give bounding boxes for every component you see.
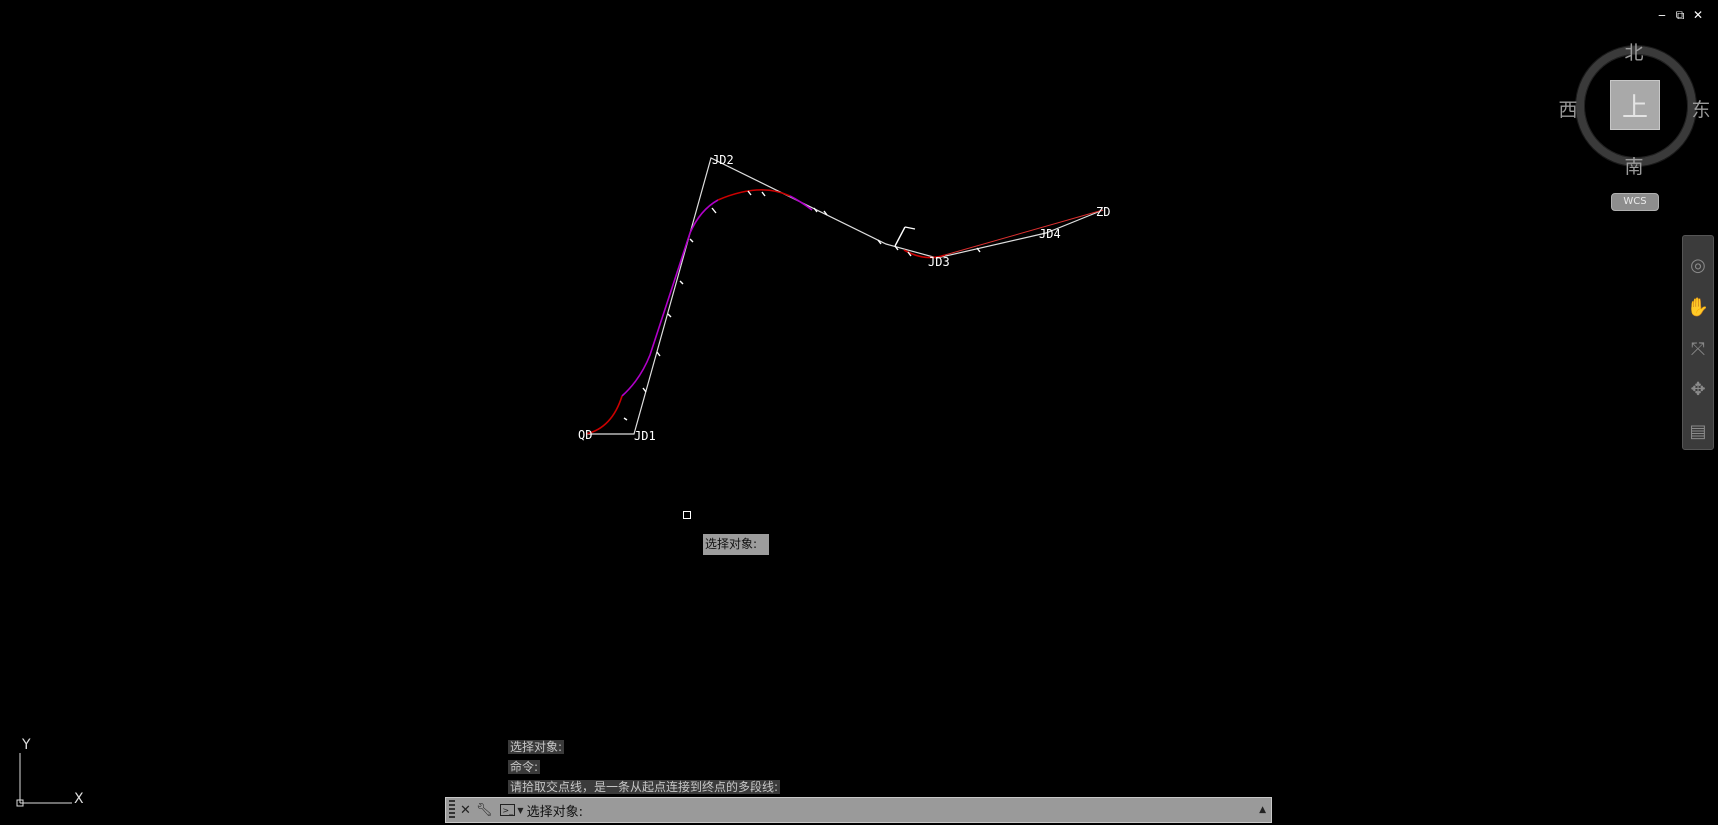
zoom-extents-icon[interactable]: ⤧ xyxy=(1686,336,1710,362)
command-prompt-icon[interactable]: >_ xyxy=(500,804,516,816)
minimize-icon[interactable]: ‒ xyxy=(1656,9,1668,21)
ucs-y-label: Y xyxy=(21,737,31,753)
close-icon[interactable]: ✕ xyxy=(1692,9,1704,21)
compass-west[interactable]: 西 xyxy=(1556,95,1580,122)
history-line-1: 选择对象: xyxy=(508,740,565,754)
recent-commands-dropdown-icon[interactable]: ▼ xyxy=(517,806,523,815)
ucs-x-label: X xyxy=(74,791,84,807)
command-line[interactable]: ✕ 🔧︎ >_ ▼ 选择对象: ▲ xyxy=(445,797,1272,823)
command-prompt-text[interactable]: 选择对象: xyxy=(527,801,583,820)
navigation-bar: ◎ ✋ ⤧ ✥ ▤ xyxy=(1682,235,1714,450)
pan-hand-icon[interactable]: ✋ xyxy=(1686,294,1710,320)
restore-icon[interactable]: ⧉ xyxy=(1674,9,1686,21)
station-ticks xyxy=(623,190,981,421)
label-zd: ZD xyxy=(1096,205,1110,219)
command-line-grip[interactable] xyxy=(449,800,455,820)
close-icon[interactable]: ✕ xyxy=(460,803,471,818)
history-expand-icon[interactable]: ▲ xyxy=(1259,805,1266,815)
ucs-icon: Y X xyxy=(16,737,84,807)
showmotion-icon[interactable]: ▤ xyxy=(1686,418,1710,444)
wcs-menu-button[interactable]: WCS xyxy=(1611,193,1659,211)
compass-south[interactable]: 南 xyxy=(1622,152,1646,179)
label-jd3: JD3 xyxy=(928,255,950,269)
circular-curve-4[interactable] xyxy=(944,209,1104,256)
drawing-canvas[interactable]: QD JD1 JD2 JD3 JD4 ZD xyxy=(0,0,1718,825)
label-qd: QD xyxy=(578,428,592,442)
intersection-polyline[interactable] xyxy=(586,157,1104,435)
steering-wheel-icon[interactable]: ◎ xyxy=(1686,252,1710,278)
compass-north[interactable]: 北 xyxy=(1622,38,1646,65)
label-jd1: JD1 xyxy=(634,429,656,443)
pickbox-cursor xyxy=(683,511,691,519)
viewcube[interactable]: 上 北 南 西 东 xyxy=(1558,42,1710,178)
history-line-3: 请拾取交点线，是一条从起点连接到终点的多段线: xyxy=(508,780,781,794)
orbit-icon[interactable]: ✥ xyxy=(1686,376,1710,402)
spiral-2[interactable] xyxy=(789,195,813,211)
dynamic-input-prompt: 选择对象: xyxy=(703,534,769,555)
window-controls: ‒ ⧉ ✕ xyxy=(1656,9,1704,21)
spiral-1[interactable] xyxy=(621,199,719,397)
customize-wrench-icon[interactable]: 🔧︎ xyxy=(476,803,493,818)
circular-curve-2[interactable] xyxy=(717,189,791,201)
label-jd4: JD4 xyxy=(1039,227,1061,241)
compass-east[interactable]: 东 xyxy=(1689,95,1713,122)
label-jd2: JD2 xyxy=(712,153,734,167)
viewcube-top-face[interactable]: 上 xyxy=(1610,80,1660,130)
history-line-2: 命令: xyxy=(508,760,541,774)
